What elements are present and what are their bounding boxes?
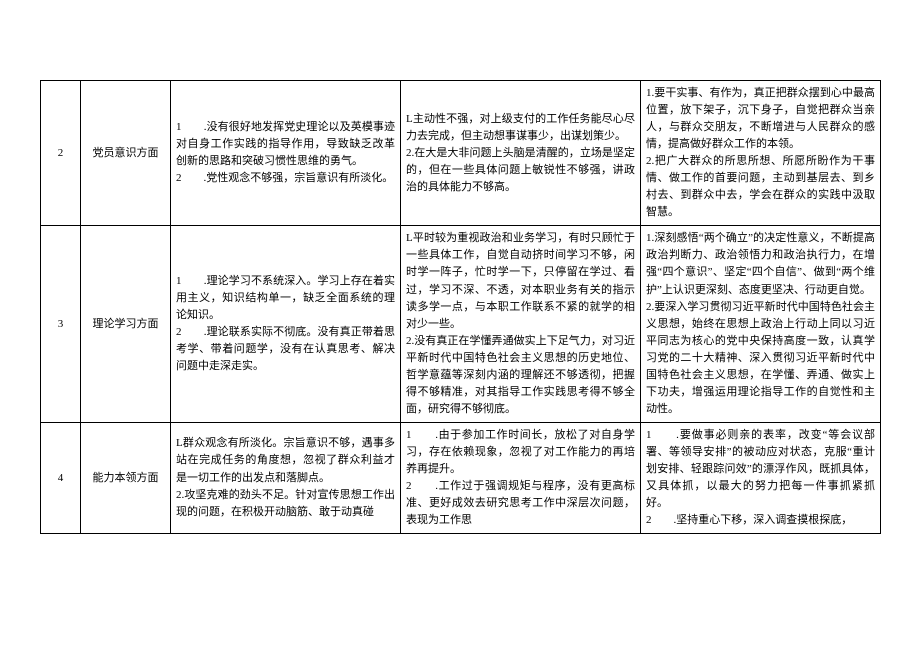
- row-col5: 1 .要做事必则亲的表率，改变“等会议部署、等领导安排”的被动应对状态，克服“重…: [641, 422, 881, 533]
- row-col3: 1 .没有很好地发挥党史理论以及英模事迹对自身工作实践的指导作用，导致缺乏改革创…: [171, 81, 401, 226]
- row-col4: 1 .由于参加工作时间长，放松了对自身学习，存在依赖现象，忽视了对工作能力的再培…: [401, 422, 641, 533]
- row-number: 2: [41, 81, 81, 226]
- row-number: 3: [41, 226, 81, 423]
- document-table: 2党员意识方面1 .没有很好地发挥党史理论以及英模事迹对自身工作实践的指导作用，…: [40, 80, 881, 534]
- row-category: 理论学习方面: [81, 226, 171, 423]
- row-col4: L主动性不强，对上级支付的工作任务能尽心尽力去完成，但主动想事谋事少，出谋划策少…: [401, 81, 641, 226]
- row-col5: 1.深刻感悟“两个确立”的决定性意义，不断提高政治判断力、政治领悟力和政治执行力…: [641, 226, 881, 423]
- table-row: 4能力本领方面L群众观念有所淡化。宗旨意识不够，遇事多站在完成任务的角度想，忽视…: [41, 422, 881, 533]
- row-category: 能力本领方面: [81, 422, 171, 533]
- table-row: 3理论学习方面1 .理论学习不系统深入。学习上存在着实用主义，知识结构单一，缺乏…: [41, 226, 881, 423]
- table-row: 2党员意识方面1 .没有很好地发挥党史理论以及英模事迹对自身工作实践的指导作用，…: [41, 81, 881, 226]
- row-col3: 1 .理论学习不系统深入。学习上存在着实用主义，知识结构单一，缺乏全面系统的理论…: [171, 226, 401, 423]
- row-col3: L群众观念有所淡化。宗旨意识不够，遇事多站在完成任务的角度想，忽视了群众利益才是…: [171, 422, 401, 533]
- row-col5: 1.要干实事、有作为，真正把群众摆到心中最高位置，放下架子，沉下身子，自觉把群众…: [641, 81, 881, 226]
- row-category: 党员意识方面: [81, 81, 171, 226]
- row-col4: L平时较为重视政治和业务学习，有时只顾忙于一些具体工作，自觉自动挤时间学习不够，…: [401, 226, 641, 423]
- row-number: 4: [41, 422, 81, 533]
